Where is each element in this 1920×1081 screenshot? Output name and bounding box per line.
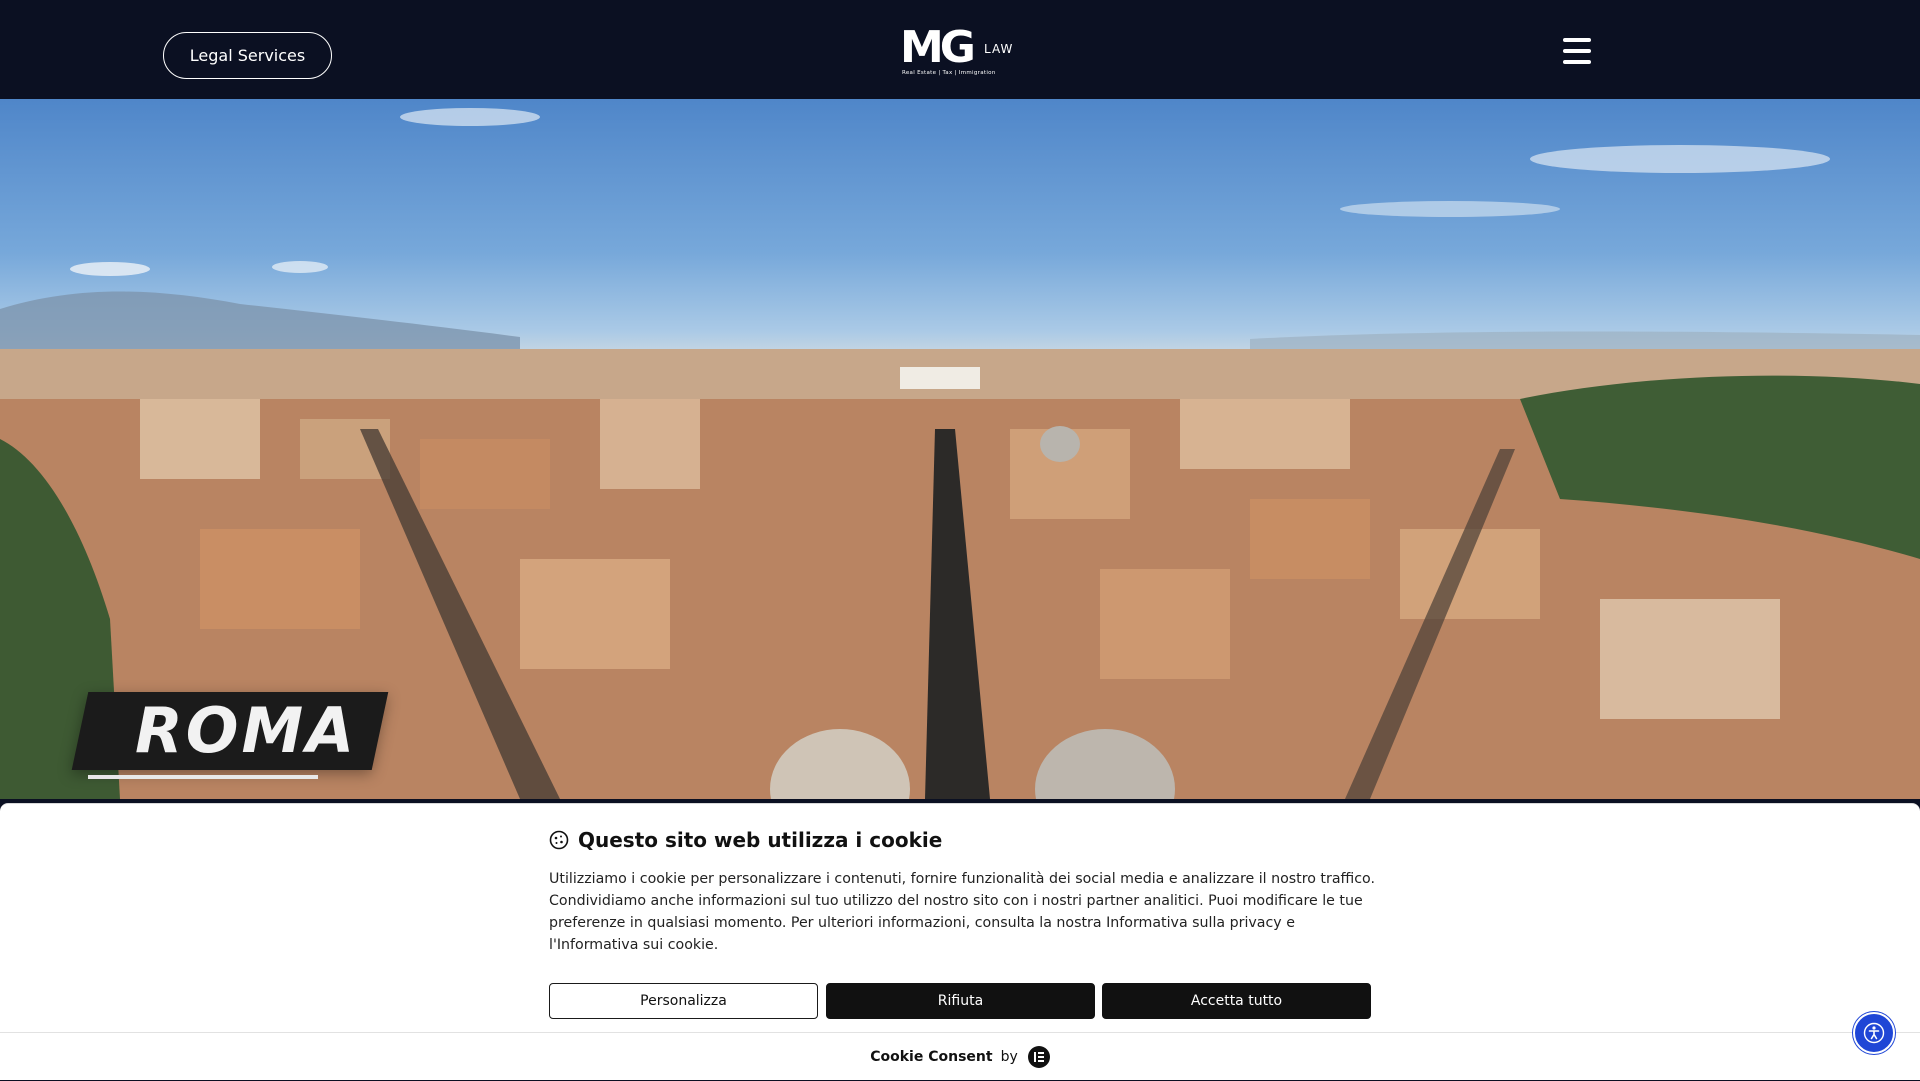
city-label: ROMA bbox=[135, 694, 358, 767]
cookie-footer: Cookie Consent by bbox=[0, 1033, 1920, 1081]
site-header: Legal Services MG LAW Real Estate | Tax … bbox=[0, 0, 1920, 99]
logo-tagline: Real Estate | Tax | Immigration bbox=[902, 70, 996, 76]
cookie-description: Utilizziamo i cookie per personalizzare … bbox=[549, 871, 1375, 953]
cookie-icon bbox=[549, 830, 569, 850]
logo-primary-text: MG bbox=[900, 22, 976, 73]
cookie-consent-brand[interactable]: Cookie Consent bbox=[870, 1049, 992, 1065]
cookie-title: Questo sito web utilizza i cookie bbox=[578, 828, 943, 852]
legal-services-button[interactable]: Legal Services bbox=[163, 32, 332, 79]
customize-button[interactable]: Personalizza bbox=[549, 983, 818, 1019]
hero-video-frame: ROMA bbox=[0, 99, 1920, 799]
mg-law-logo[interactable]: MG LAW Real Estate | Tax | Immigration bbox=[900, 26, 1024, 80]
cookie-consent-banner: Questo sito web utilizza i cookie Utiliz… bbox=[0, 803, 1920, 1080]
provider-logo-icon[interactable] bbox=[1027, 1046, 1050, 1068]
accessibility-icon[interactable] bbox=[1853, 1012, 1895, 1054]
reject-button[interactable]: Rifiuta bbox=[826, 983, 1095, 1019]
logo-secondary-text: LAW bbox=[984, 42, 1014, 56]
hamburger-menu-icon[interactable] bbox=[1563, 38, 1591, 64]
accept-all-button[interactable]: Accetta tutto bbox=[1102, 983, 1371, 1019]
footer-by-text: by bbox=[1000, 1049, 1018, 1065]
city-label-underline bbox=[88, 775, 318, 779]
cookie-title-row: Questo sito web utilizza i cookie bbox=[549, 828, 942, 852]
